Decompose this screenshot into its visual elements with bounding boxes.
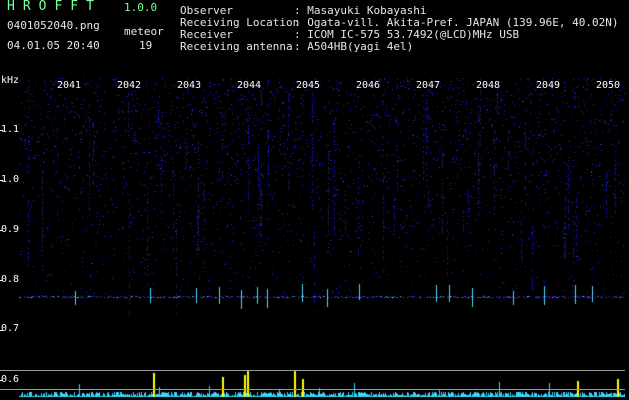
- x-tick-label: 2043: [177, 80, 202, 91]
- power-panel-top-line: [0, 370, 625, 371]
- datetime-label: 04.01.05 20:40: [7, 39, 100, 52]
- y-tick: [0, 330, 3, 331]
- x-tick-label: 2050: [596, 80, 621, 91]
- meteor-count: 19: [139, 39, 153, 52]
- spectrogram: [19, 78, 625, 400]
- y-unit-label: kHz: [1, 75, 20, 86]
- hrofft-window: HROFFT 1.0.0 0401052040.png meteor 04.01…: [0, 0, 629, 400]
- y-tick-label: 1.1: [1, 124, 20, 135]
- antenna-label: Receiving antenna: [180, 40, 293, 53]
- x-tick-label: 2046: [356, 80, 381, 91]
- power-panel-mid-line: [0, 389, 625, 390]
- x-tick-label: 2045: [296, 80, 321, 91]
- antenna-value: : A504HB(yagi 4el): [294, 40, 414, 53]
- y-tick: [0, 380, 3, 381]
- y-tick: [0, 230, 3, 231]
- app-title: HROFFT: [7, 0, 102, 14]
- x-tick-label: 2041: [57, 80, 82, 91]
- x-tick-label: 2049: [536, 80, 561, 91]
- y-tick: [0, 180, 3, 181]
- x-tick-label: 2048: [476, 80, 501, 91]
- y-tick: [0, 130, 3, 131]
- meteor-label: meteor: [124, 25, 164, 38]
- y-tick-label: 0.8: [1, 274, 20, 285]
- y-tick-label: 1.0: [1, 174, 20, 185]
- y-tick-label: 0.9: [1, 224, 20, 235]
- x-tick-label: 2042: [117, 80, 142, 91]
- app-version: 1.0.0: [124, 1, 158, 14]
- y-tick-label: 0.7: [1, 323, 20, 334]
- x-tick-label: 2047: [416, 80, 441, 91]
- filename-label: 0401052040.png: [7, 19, 100, 32]
- x-tick-label: 2044: [237, 80, 262, 91]
- y-tick-label: 0.6: [1, 374, 20, 385]
- y-tick: [0, 280, 3, 281]
